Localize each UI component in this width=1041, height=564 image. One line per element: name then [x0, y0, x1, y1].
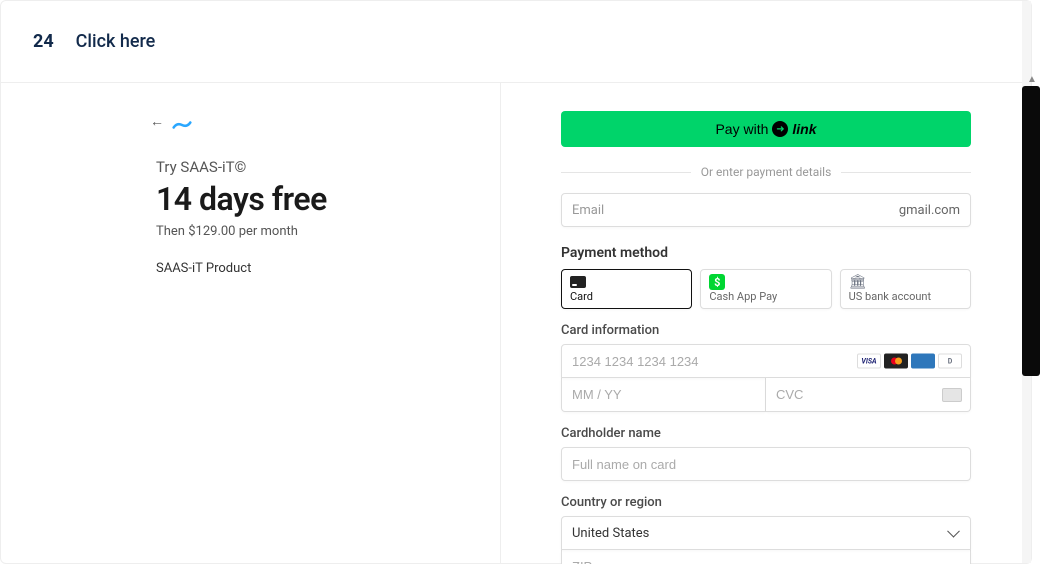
divider-text: Or enter payment details	[691, 165, 842, 179]
link-arrow-icon: ➜	[772, 121, 788, 137]
scroll-up-icon[interactable]: ▲	[1026, 74, 1038, 84]
cardholder-label: Cardholder name	[561, 426, 971, 441]
payment-method-label: Payment method	[561, 245, 971, 261]
step-header: 24 Click here	[1, 1, 1031, 83]
payment-method-card-label: Card	[570, 290, 683, 303]
payment-method-bank[interactable]: 🏛 US bank account	[840, 269, 971, 309]
back-arrow-icon[interactable]: ←	[150, 113, 164, 130]
product-name: SAAS-iT Product	[156, 261, 460, 276]
card-cvc-input[interactable]	[776, 387, 960, 402]
link-brand-label: link	[792, 121, 816, 137]
trial-headline: 14 days free	[156, 180, 460, 218]
price-subline: Then $129.00 per month	[156, 224, 460, 239]
content: ← Try SAAS-iT© 14 days free Then $129.00…	[1, 83, 1031, 563]
card-number-field[interactable]: VISA D	[561, 344, 971, 378]
divider: Or enter payment details	[561, 165, 971, 179]
payment-method-bank-label: US bank account	[849, 290, 962, 303]
email-field[interactable]: Email gmail.com	[561, 193, 971, 227]
pay-with-link-button[interactable]: Pay with ➜ link	[561, 111, 971, 147]
card-info-label: Card information	[561, 323, 971, 338]
country-value: United States	[572, 526, 649, 541]
cardholder-field[interactable]	[561, 447, 971, 481]
card-cvc-field[interactable]	[766, 378, 971, 412]
trial-label: Try SAAS-iT©	[156, 158, 460, 176]
payment-method-card[interactable]: Card	[561, 269, 692, 309]
card-expiry-input[interactable]	[572, 387, 755, 402]
visa-icon: VISA	[857, 354, 881, 369]
pay-with-label: Pay with	[715, 121, 768, 137]
scrollbar[interactable]: ▲	[1022, 86, 1040, 406]
divider-line	[561, 172, 691, 173]
payment-method-cashapp[interactable]: $ Cash App Pay	[700, 269, 831, 309]
diners-icon: D	[938, 354, 962, 369]
product-summary-panel: ← Try SAAS-iT© 14 days free Then $129.00…	[1, 83, 501, 563]
zip-field[interactable]	[561, 550, 971, 564]
country-select[interactable]: United States	[561, 516, 971, 550]
card-expiry-cvc-row	[561, 378, 971, 412]
card-brand-icons: VISA D	[857, 354, 962, 369]
checkout-page: 24 Click here ← Try SAAS-iT© 14 days fre…	[0, 0, 1032, 564]
amex-icon	[911, 354, 935, 369]
region-label: Country or region	[561, 495, 971, 510]
cashapp-icon: $	[709, 274, 725, 290]
mastercard-icon	[884, 354, 908, 369]
zip-input[interactable]	[572, 559, 960, 564]
step-number: 24	[33, 31, 54, 52]
cardholder-input[interactable]	[572, 457, 960, 472]
payment-method-cashapp-label: Cash App Pay	[709, 290, 822, 303]
cvc-hint-icon	[942, 388, 962, 402]
email-label: Email	[572, 203, 604, 218]
payment-form-panel: Pay with ➜ link Or enter payment details…	[501, 83, 1031, 563]
email-value: gmail.com	[899, 203, 960, 218]
back-row: ←	[150, 113, 460, 130]
divider-line	[841, 172, 971, 173]
payment-method-row: Card $ Cash App Pay 🏛 US bank account	[561, 269, 971, 309]
step-title: Click here	[76, 31, 156, 52]
brand-logo-icon	[172, 116, 192, 128]
scroll-thumb[interactable]	[1022, 86, 1040, 376]
bank-icon: 🏛	[849, 274, 867, 290]
card-icon	[570, 276, 586, 288]
card-expiry-field[interactable]	[561, 378, 766, 412]
